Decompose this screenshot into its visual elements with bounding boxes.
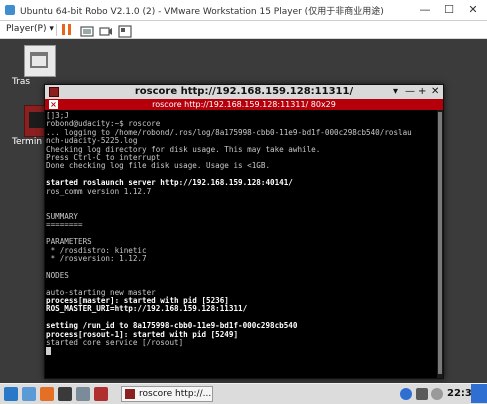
terminal-line: NODES — [46, 270, 69, 280]
vmware-window-title: Ubuntu 64-bit Robo V2.1.0 (2) - VMware W… — [20, 7, 384, 17]
terminal-line: * /rosversion: 1.12.7 — [46, 253, 147, 263]
terminal-desktop-label: Termin — [12, 137, 43, 147]
minimize-button[interactable]: — — [414, 2, 436, 18]
terminal-launcher-icon[interactable] — [58, 387, 72, 401]
terminal-output[interactable]: []3;J robond@udacity:~$ roscore... loggin… — [45, 110, 437, 378]
files-icon[interactable] — [22, 387, 36, 401]
trash-label: Tras — [12, 77, 31, 87]
devices-icon[interactable] — [99, 23, 113, 36]
terminal-line: ros_comm version 1.12.7 — [46, 186, 152, 196]
terminal-tab-title[interactable]: roscore http://192.168.159.128:11311/ 80… — [45, 100, 443, 109]
terminal-close-button[interactable]: ✕ — [431, 85, 439, 99]
terminal-line: Done checking log file disk usage. Usage… — [46, 161, 271, 171]
power-icon[interactable] — [431, 388, 443, 400]
terminal-title-bar[interactable]: roscore http://192.168.159.128:11311/ ▾ … — [45, 85, 443, 99]
terminal-lines: []3;J robond@udacity:~$ roscore... loggin… — [45, 110, 437, 356]
toolbar-divider — [56, 24, 57, 36]
text-cursor — [46, 347, 51, 356]
volume-icon[interactable] — [416, 388, 428, 400]
taskbar: roscore http://... 22:31 — [0, 383, 487, 404]
terminal-window: roscore http://192.168.159.128:11311/ ▾ … — [44, 84, 444, 379]
vmware-tray-icon[interactable] — [471, 384, 487, 403]
terminal-line: SUMMARY — [46, 211, 79, 221]
terminal-scrollbar[interactable] — [437, 110, 443, 378]
unity-icon[interactable] — [118, 23, 132, 38]
terminal-task-icon — [125, 389, 135, 399]
terminal-menu-button[interactable]: ▾ — [393, 85, 398, 99]
terminal-cursor-line — [46, 347, 437, 356]
terminal-line: ROS_MASTER_URI=http://192.168.159.128:11… — [46, 304, 248, 314]
vmware-app-icon — [5, 5, 15, 15]
maximize-button[interactable]: ☐ — [438, 2, 460, 18]
player-menu[interactable]: Player(P) ▾ — [6, 24, 54, 34]
terminal-maximize-button[interactable]: + — [418, 85, 426, 99]
app-launcher-icon[interactable] — [94, 387, 108, 401]
whisker-menu-icon[interactable] — [4, 387, 18, 401]
settings-icon[interactable] — [76, 387, 90, 401]
terminal-minimize-button[interactable]: — — [405, 85, 415, 99]
vmware-toolbar: Player(P) ▾ — [0, 21, 487, 39]
ubuntu-desktop: Tras Termin roscore http://192.168.159.1… — [0, 39, 487, 383]
close-button[interactable]: ✕ — [462, 2, 484, 18]
terminal-line: ======== — [46, 220, 83, 230]
network-icon[interactable] — [400, 388, 412, 400]
scrollbar-thumb[interactable] — [438, 112, 442, 374]
taskbar-roscore-label: roscore http://... — [139, 389, 212, 399]
send-ctrl-alt-del-icon[interactable] — [80, 23, 94, 37]
vmware-title-bar: Ubuntu 64-bit Robo V2.1.0 (2) - VMware W… — [0, 0, 487, 21]
terminal-tab-bar: × roscore http://192.168.159.128:11311/ … — [45, 99, 443, 110]
firefox-icon[interactable] — [40, 387, 54, 401]
taskbar-roscore-button[interactable]: roscore http://... — [121, 386, 213, 402]
pause-icon[interactable] — [62, 24, 72, 35]
trash-icon[interactable] — [24, 45, 56, 77]
terminal-window-title: roscore http://192.168.159.128:11311/ — [134, 86, 354, 97]
terminal-line: started core service [/rosout] — [46, 337, 184, 347]
